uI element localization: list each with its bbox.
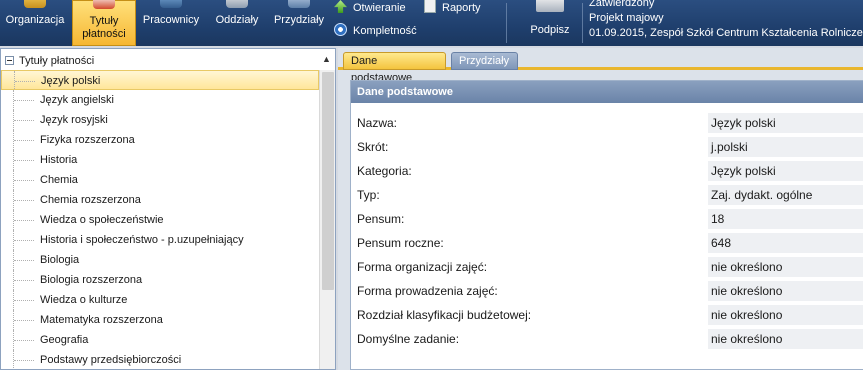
tree-items: Język polski Język angielski Język rosyjsk… [1, 70, 319, 369]
field-label: Skrót: [357, 140, 389, 154]
collapse-minus-icon[interactable] [5, 56, 14, 65]
report-icon [424, 0, 436, 13]
field-row: Kategoria: Język polski [351, 159, 863, 183]
assignments-icon [288, 0, 310, 8]
tab-przydzialy[interactable]: Przydziały [451, 52, 518, 70]
field-value[interactable]: j.polski [708, 137, 863, 157]
organization-icon [24, 0, 46, 8]
pracownicy-label: Pracownicy [142, 14, 200, 26]
employees-icon [160, 0, 182, 8]
kompletnosc-button[interactable]: Kompletność [334, 22, 417, 40]
tree-item[interactable]: Matematyka rozszerzona [1, 310, 319, 330]
toolbar-separator [506, 3, 507, 43]
podpisz-label: Podpisz [530, 24, 570, 36]
field-label: Domyślne zadanie: [357, 332, 460, 346]
field-label: Pensum roczne: [357, 236, 444, 250]
tree-scrollbar[interactable] [319, 70, 335, 369]
tree-item[interactable]: Chemia rozszerzona [1, 190, 319, 210]
field-label: Forma prowadzenia zajęć: [357, 284, 498, 298]
basic-data-section: Dane podstawowe Nazwa: Język polski Skrót:… [350, 80, 863, 370]
status-line-1: Zatwierdzony [589, 0, 655, 9]
status-line-2: Projekt majowy [589, 12, 664, 24]
field-row: Pensum roczne: 648 [351, 231, 863, 255]
open-arrow-icon [334, 0, 347, 13]
organizacja-label: Organizacja [5, 14, 65, 26]
field-value[interactable]: nie określono [708, 281, 863, 301]
tree-item[interactable]: Język angielski [1, 90, 319, 110]
field-row: Pensum: 18 [351, 207, 863, 231]
field-label: Typ: [357, 188, 380, 202]
toolbar-separator [582, 3, 583, 43]
przydzialy-label: Przydziały [273, 14, 325, 26]
organizacja-button[interactable]: Organizacja [2, 0, 68, 46]
field-label: Kategoria: [357, 164, 412, 178]
tree-item[interactable]: Historia i społeczeństwo - p.uzupełniają… [1, 230, 319, 250]
completeness-icon [334, 23, 347, 36]
otwieranie-label: Otwieranie [353, 2, 406, 14]
tree-item[interactable]: Wiedza o kulturze [1, 290, 319, 310]
tree-item[interactable]: Fizyka rozszerzona [1, 130, 319, 150]
field-row: Typ: Zaj. dydakt. ogólne [351, 183, 863, 207]
field-value[interactable]: Język polski [708, 161, 863, 181]
field-row: Domyślne zadanie: nie określono [351, 327, 863, 351]
tytuly-platnosci-button[interactable]: Tytuły płatności [72, 0, 136, 46]
tytuly-label-line1: Tytuły [89, 15, 119, 27]
field-value[interactable]: Język polski [708, 113, 863, 133]
field-label: Forma organizacji zajęć: [357, 260, 488, 274]
podpisz-button[interactable]: Podpisz [522, 0, 578, 46]
field-value[interactable]: 648 [708, 233, 863, 253]
tab-bar: Dane podstawowe Przydziały [338, 48, 863, 84]
field-value[interactable]: 18 [708, 209, 863, 229]
field-row: Rozdział klasyfikacji budżetowej: nie okr… [351, 303, 863, 327]
field-row: Skrót: j.polski [351, 135, 863, 159]
field-value[interactable]: Zaj. dydakt. ogólne [708, 185, 863, 205]
chevron-up-icon[interactable]: ▲ [321, 54, 332, 65]
printer-icon [536, 0, 564, 12]
raporty-label: Raporty [442, 2, 481, 14]
payment-titles-tree: Tytuły płatności ▲ Język polski Język ang… [0, 48, 336, 370]
otwieranie-button[interactable]: Otwieranie [334, 0, 406, 17]
field-value[interactable]: nie określono [708, 305, 863, 325]
tytuly-label-line2: płatności [82, 28, 126, 40]
oddzialy-label: Oddziały [215, 14, 259, 26]
tree-item[interactable]: Historia [1, 150, 319, 170]
field-label: Pensum: [357, 212, 405, 226]
tree-item[interactable]: Podstawy przedsiębiorczości [1, 350, 319, 369]
field-row: Forma prowadzenia zajęć: nie określono [351, 279, 863, 303]
status-line-3: 01.09.2015, Zespół Szkół Centrum Kształc… [589, 27, 863, 39]
tree-item[interactable]: Geografia [1, 330, 319, 350]
tree-item[interactable]: Wiedza o społeczeństwie [1, 210, 319, 230]
classes-icon [226, 0, 248, 8]
plan-status: Zatwierdzony Projekt majowy 01.09.2015, … [589, 0, 863, 41]
tree-item[interactable]: Język rosyjski [1, 110, 319, 130]
field-label: Nazwa: [357, 116, 398, 130]
oddzialy-button[interactable]: Oddziały [208, 0, 266, 46]
tree-root-label: Tytuły płatności [19, 55, 95, 67]
tab-dane-podstawowe[interactable]: Dane podstawowe [343, 52, 446, 84]
section-header: Dane podstawowe [351, 81, 863, 103]
pracownicy-button[interactable]: Pracownicy [140, 0, 202, 46]
przydzialy-button[interactable]: Przydziały [268, 0, 330, 46]
raporty-button[interactable]: Raporty [424, 0, 481, 17]
field-value[interactable]: nie określono [708, 329, 863, 349]
tree-item[interactable]: Chemia [1, 170, 319, 190]
field-row: Nazwa: Język polski [351, 111, 863, 135]
tree-root-node[interactable]: Tytuły płatności [5, 53, 94, 69]
tytuly-platnosci-label: Tytuły płatności [73, 15, 135, 41]
kompletnosc-label: Kompletność [353, 25, 417, 37]
scrollbar-thumb[interactable] [322, 72, 334, 290]
tree-item[interactable]: Biologia rozszerzona [1, 270, 319, 290]
tree-item[interactable]: Biologia [1, 250, 319, 270]
field-row: Forma organizacji zajęć: nie określono [351, 255, 863, 279]
field-value[interactable]: nie określono [708, 257, 863, 277]
main-toolbar: Organizacja Tytuły płatności Pracownicy … [0, 0, 863, 46]
tree-item[interactable]: Język polski [1, 70, 319, 90]
details-panel: Dane podstawowe Przydziały Dane podstawo… [338, 48, 863, 370]
field-label: Rozdział klasyfikacji budżetowej: [357, 308, 532, 322]
payment-titles-icon [93, 0, 115, 9]
